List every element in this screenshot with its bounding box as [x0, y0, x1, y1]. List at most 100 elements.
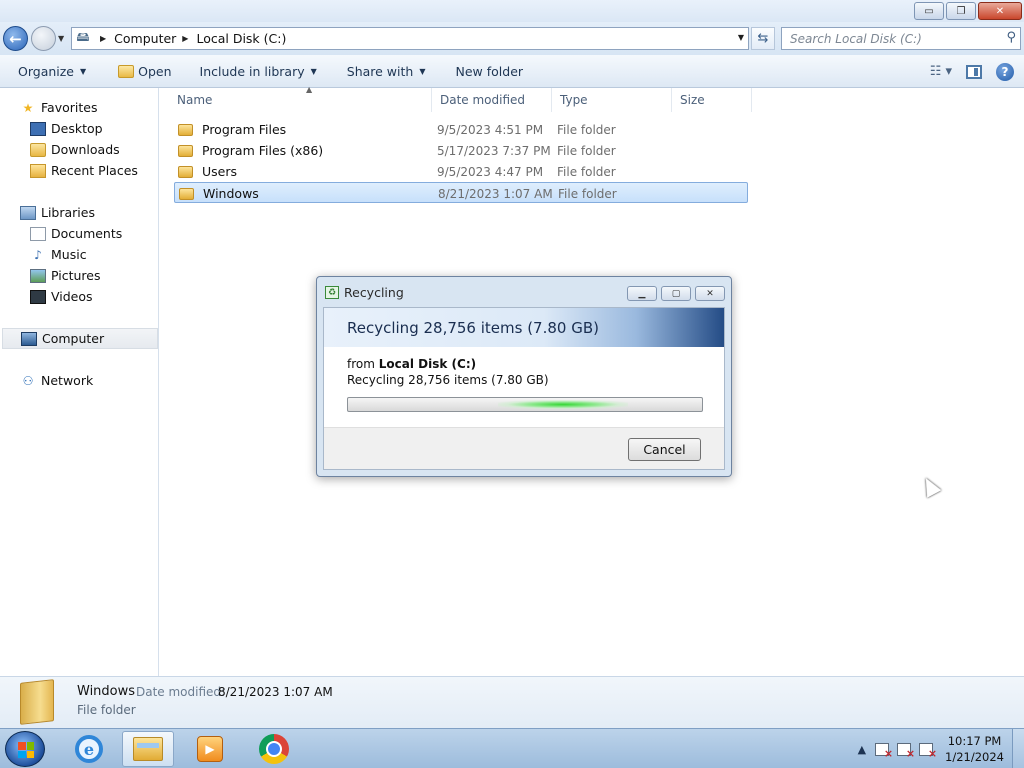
file-row-selected[interactable]: Windows 8/21/2023 1:07 AM File folder — [174, 182, 748, 203]
file-name: Program Files — [202, 122, 287, 137]
taskbar: e ▶ ▲ 10:17 PM 1/21/2024 — [0, 728, 1024, 768]
organize-menu[interactable]: Organize ▼ — [18, 55, 86, 88]
recent-pages-dropdown[interactable]: ▼ — [58, 34, 64, 43]
navigation-pane: ★ Favorites Desktop Downloads Recent Pla… — [0, 88, 159, 676]
search-input[interactable]: Search Local Disk (C:) ⚲ — [781, 27, 1021, 50]
large-folder-icon — [20, 679, 54, 725]
network-status-icon[interactable] — [897, 742, 915, 760]
taskbar-media-player[interactable]: ▶ — [184, 731, 236, 767]
column-header-type[interactable]: Type — [552, 88, 672, 112]
share-with-menu[interactable]: Share with ▼ — [347, 55, 426, 88]
chevron-down-icon: ▼ — [310, 66, 317, 76]
media-player-icon: ▶ — [197, 736, 223, 762]
file-type: File folder — [558, 186, 617, 201]
share-with-label: Share with — [346, 63, 414, 79]
maximize-button[interactable]: ❐ — [946, 2, 976, 20]
chevron-right-icon[interactable]: ▶ — [100, 34, 106, 43]
show-hidden-icons-icon[interactable]: ▲ — [858, 743, 866, 756]
address-bar[interactable]: 🖴 ▶ Computer ▶ Local Disk (C:) ▼ — [71, 27, 749, 50]
taskbar-windows-explorer[interactable] — [122, 731, 174, 767]
nav-item-label: Downloads — [51, 142, 120, 157]
documents-icon — [30, 226, 46, 241]
open-button[interactable]: Open — [118, 55, 172, 88]
nav-item-documents[interactable]: Documents — [0, 223, 122, 244]
star-icon: ★ — [22, 100, 34, 115]
notification-area: ▲ 10:17 PM 1/21/2024 — [858, 729, 1024, 768]
drive-icon: 🖴 — [76, 29, 90, 45]
show-desktop-button[interactable] — [1012, 729, 1024, 768]
breadcrumb-computer[interactable]: Computer — [114, 31, 176, 46]
file-name: Windows — [203, 186, 259, 201]
forward-button[interactable] — [31, 26, 56, 51]
action-center-flag-icon[interactable] — [875, 742, 893, 760]
open-folder-icon — [118, 64, 135, 78]
nav-network[interactable]: ⚇ Network — [0, 370, 94, 391]
clock-time: 10:17 PM — [947, 734, 1002, 748]
include-in-library-label: Include in library — [199, 63, 305, 79]
chevron-right-icon[interactable]: ▶ — [182, 34, 188, 43]
dialog-footer: Cancel — [324, 427, 724, 469]
column-header-size[interactable]: Size — [672, 88, 752, 112]
nav-libraries[interactable]: Libraries — [0, 202, 95, 223]
new-folder-button[interactable]: New folder — [456, 55, 524, 88]
nav-item-label: Desktop — [51, 121, 103, 136]
back-button[interactable]: ← — [3, 26, 28, 51]
dialog-maximize-button[interactable]: ▢ — [661, 286, 691, 301]
caption-buttons: ▭ ❐ ✕ — [914, 2, 1022, 20]
folder-icon — [178, 123, 193, 136]
column-header-date-modified[interactable]: Date modified — [432, 88, 552, 112]
nav-item-desktop[interactable]: Desktop — [0, 118, 103, 139]
view-options-icon[interactable]: ☷ ▾ — [930, 64, 952, 79]
from-location: Local Disk (C:) — [378, 357, 477, 371]
file-date: 9/5/2023 4:51 PM — [437, 122, 544, 137]
dialog-body: Recycling 28,756 items (7.80 GB) from Lo… — [323, 307, 725, 470]
progress-marquee — [498, 400, 628, 409]
nav-item-music[interactable]: ♪ Music — [0, 244, 86, 265]
column-header-name[interactable]: Name ▲ — [169, 85, 432, 112]
close-button[interactable]: ✕ — [978, 2, 1022, 20]
breadcrumb-local-disk[interactable]: Local Disk (C:) — [196, 31, 286, 46]
nav-item-recent-places[interactable]: Recent Places — [0, 160, 138, 181]
start-button[interactable] — [5, 731, 45, 767]
help-icon[interactable]: ? — [996, 62, 1014, 81]
nav-favorites[interactable]: ★ Favorites — [0, 97, 98, 118]
organize-label: Organize — [18, 63, 74, 79]
computer-icon — [21, 331, 37, 346]
include-in-library-menu[interactable]: Include in library ▼ — [200, 55, 317, 88]
chevron-down-icon: ▼ — [419, 66, 426, 76]
nav-computer[interactable]: Computer — [2, 328, 158, 349]
taskbar-chrome[interactable] — [248, 731, 300, 767]
file-row[interactable]: Program Files (x86) 5/17/2023 7:37 PM Fi… — [174, 140, 748, 161]
taskbar-internet-explorer[interactable]: e — [63, 731, 115, 767]
back-arrow-icon: ← — [9, 29, 22, 48]
file-name-cell: Windows — [179, 183, 259, 204]
cancel-button[interactable]: Cancel — [628, 438, 701, 461]
folder-icon — [179, 187, 194, 200]
file-row[interactable]: Program Files 9/5/2023 4:51 PM File fold… — [174, 119, 748, 140]
nav-item-videos[interactable]: Videos — [0, 286, 93, 307]
dialog-heading: Recycling 28,756 items (7.80 GB) — [324, 308, 724, 347]
file-type: File folder — [557, 143, 616, 158]
file-name-cell: Users — [178, 161, 237, 182]
nav-item-pictures[interactable]: Pictures — [0, 265, 101, 286]
new-folder-label: New folder — [455, 63, 524, 79]
dialog-close-button[interactable]: ✕ — [695, 286, 725, 301]
clock[interactable]: 10:17 PM 1/21/2024 — [945, 733, 1004, 765]
refresh-icon: ⇆ — [757, 31, 769, 46]
minimize-button[interactable]: ▭ — [914, 2, 944, 20]
nav-libraries-label: Libraries — [41, 205, 95, 220]
dialog-title: Recycling — [344, 285, 404, 300]
nav-item-downloads[interactable]: Downloads — [0, 139, 120, 160]
volume-muted-icon[interactable] — [919, 742, 937, 760]
search-icon[interactable]: ⚲ — [1006, 30, 1016, 45]
address-history-dropdown[interactable]: ▼ — [738, 33, 744, 42]
nav-item-label: Pictures — [51, 268, 101, 283]
dialog-minimize-button[interactable]: ▁ — [627, 286, 657, 301]
desktop-icon — [30, 121, 46, 136]
file-row[interactable]: Users 9/5/2023 4:47 PM File folder — [174, 161, 748, 182]
preview-pane-icon[interactable] — [966, 64, 982, 79]
downloads-folder-icon — [30, 142, 46, 157]
search-placeholder: Search Local Disk (C:) — [790, 31, 922, 46]
refresh-button[interactable]: ⇆ — [751, 27, 775, 50]
command-bar: Organize ▼ Open Include in library ▼ Share… — [0, 55, 1024, 88]
